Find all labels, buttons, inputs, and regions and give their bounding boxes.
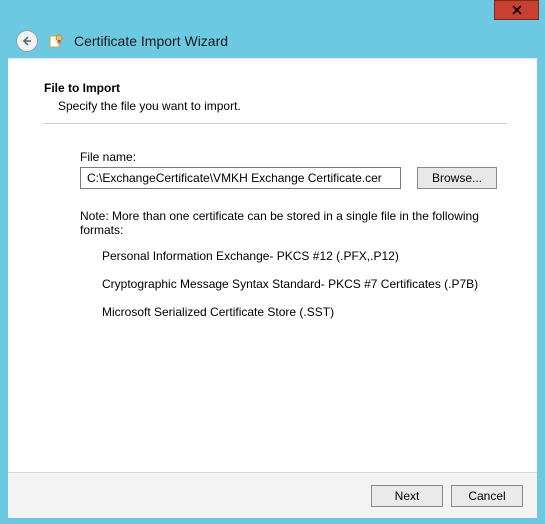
certificate-wizard-icon [48, 33, 64, 49]
next-button[interactable]: Next [371, 485, 443, 507]
browse-button[interactable]: Browse... [417, 167, 497, 189]
titlebar: Certificate Import Wizard [0, 0, 545, 56]
format-item: Microsoft Serialized Certificate Store (… [102, 305, 497, 319]
close-button[interactable] [494, 0, 539, 20]
file-name-input[interactable] [80, 167, 401, 189]
wizard-window: Certificate Import Wizard File to Import… [0, 0, 545, 524]
window-title: Certificate Import Wizard [74, 33, 228, 49]
section-heading: File to Import [44, 81, 507, 95]
note-text: Note: More than one certificate can be s… [80, 209, 497, 237]
back-button[interactable] [16, 30, 38, 52]
footer: Next Cancel [8, 472, 537, 518]
file-name-label: File name: [80, 150, 497, 164]
divider [44, 123, 507, 124]
format-list: Personal Information Exchange- PKCS #12 … [102, 249, 497, 319]
back-arrow-icon [21, 35, 33, 47]
close-icon [512, 5, 522, 15]
content-panel: File to Import Specify the file you want… [8, 58, 537, 518]
format-item: Cryptographic Message Syntax Standard- P… [102, 277, 497, 291]
format-item: Personal Information Exchange- PKCS #12 … [102, 249, 497, 263]
cancel-button[interactable]: Cancel [451, 485, 523, 507]
section-subtext: Specify the file you want to import. [58, 99, 507, 113]
